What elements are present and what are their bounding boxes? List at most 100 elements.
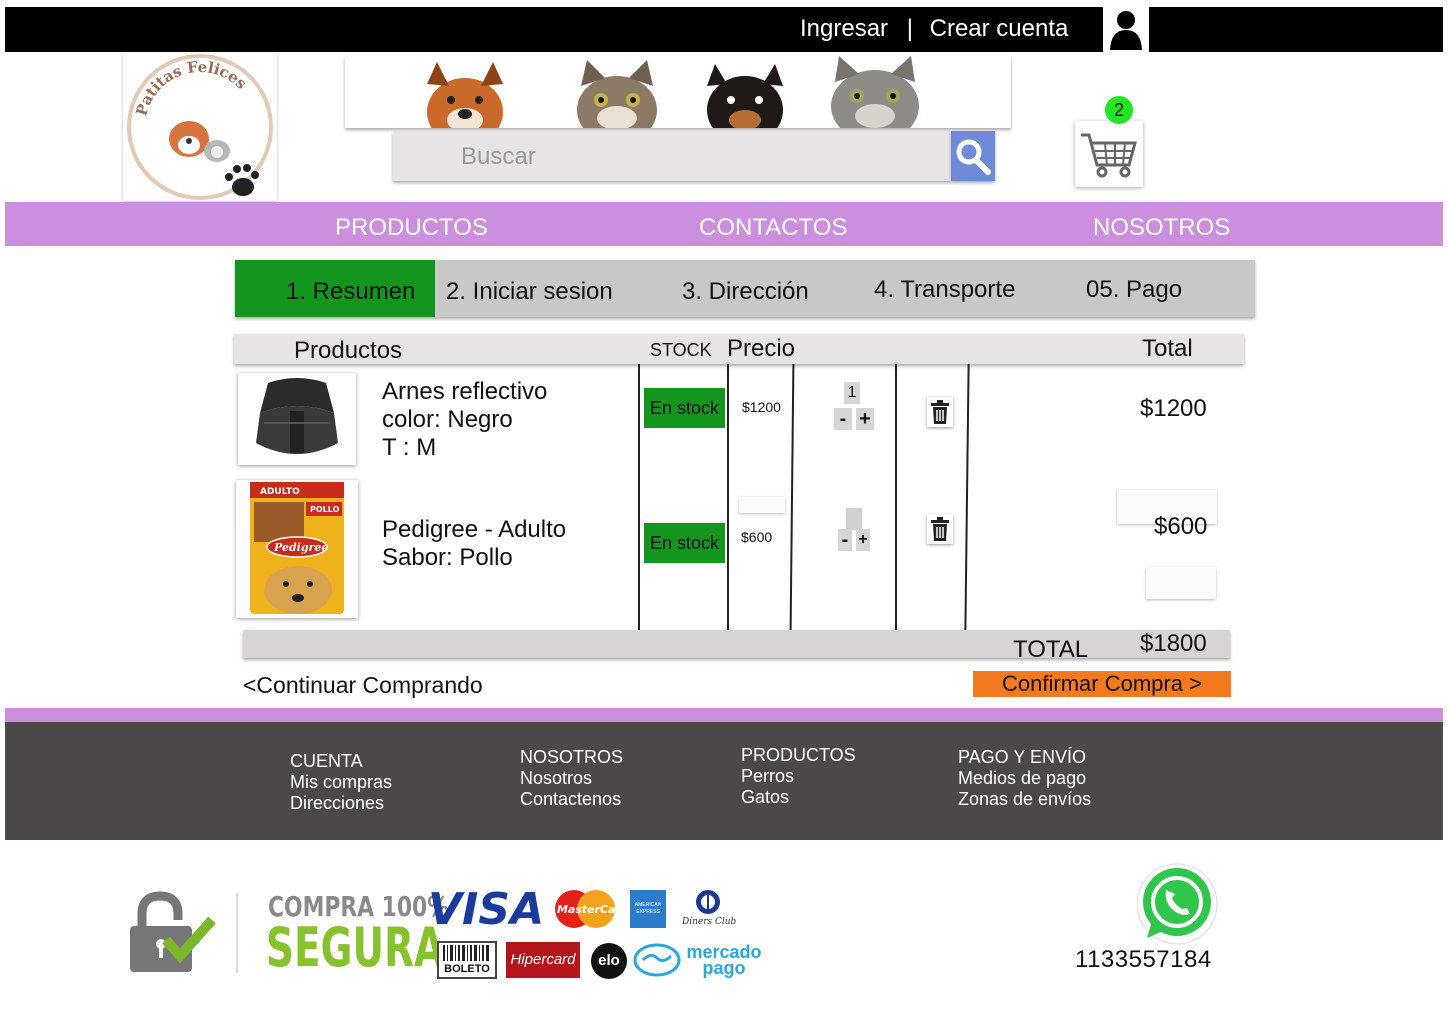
footer: CUENTA Mis compras Direcciones NOSOTROS … xyxy=(5,722,1443,840)
main-nav: PRODUCTOS CONTACTOS NOSOTROS xyxy=(5,202,1443,246)
delete-item-button[interactable] xyxy=(927,514,953,544)
pack-flavor: POLLO xyxy=(310,505,340,514)
trash-icon xyxy=(931,517,949,541)
footer-link[interactable]: Medios de pago xyxy=(958,768,1091,789)
dog-1 xyxy=(427,62,503,128)
footer-link[interactable]: Perros xyxy=(741,766,856,787)
boleto-logo: BOLETO xyxy=(437,941,497,979)
footer-link[interactable]: Direcciones xyxy=(290,793,392,814)
total-value: $1800 xyxy=(1140,630,1207,657)
trash-icon xyxy=(931,400,949,424)
column-divider xyxy=(789,363,795,631)
price-field-placeholder xyxy=(739,497,785,513)
footer-col-pago-envio: PAGO Y ENVÍO Medios de pago Zonas de env… xyxy=(958,747,1091,810)
step-2-label[interactable]: 2. Iniciar sesion xyxy=(446,278,613,306)
unit-price: $600 xyxy=(741,529,773,545)
header-total: Total xyxy=(1142,335,1193,362)
product-image-pedigree[interactable]: ADULTO POLLO Pedigree xyxy=(236,480,358,618)
mercadopago-logo: mercado pago xyxy=(684,943,764,978)
search-icon xyxy=(956,139,991,175)
increase-qty-button[interactable]: + xyxy=(856,408,874,430)
product-name[interactable]: Arnes reflectivo xyxy=(382,378,547,406)
user-account-button[interactable] xyxy=(1103,2,1149,54)
account-links: Ingresar | Crear cuenta xyxy=(800,15,1068,43)
nav-contactos[interactable]: CONTACTOS xyxy=(699,214,847,242)
nav-productos[interactable]: PRODUCTOS xyxy=(335,214,488,242)
unit-price: $1200 xyxy=(742,399,781,415)
store-logo[interactable]: Patitas Felices xyxy=(123,53,277,201)
pack-brand: Pedigree xyxy=(273,541,328,554)
pets-banner xyxy=(345,56,1011,128)
whatsapp-button[interactable] xyxy=(1133,862,1219,948)
visa-logo: VISA xyxy=(428,884,545,935)
increase-qty-button[interactable]: + xyxy=(856,529,870,551)
decrease-qty-button[interactable]: - xyxy=(834,408,852,430)
nav-nosotros[interactable]: NOSOTROS xyxy=(1093,214,1230,242)
confirm-purchase-button[interactable]: Confirmar Compra > xyxy=(973,671,1231,697)
column-divider xyxy=(964,363,970,631)
footer-link[interactable]: Mis compras xyxy=(290,772,392,793)
product-size: T : M xyxy=(382,434,437,461)
quantity-value[interactable]: 1 xyxy=(844,382,860,404)
footer-col-title: PAGO Y ENVÍO xyxy=(958,747,1087,767)
product-image-harness[interactable] xyxy=(238,373,356,465)
footer-link[interactable]: Gatos xyxy=(741,787,856,808)
mastercard-logo: MasterCard xyxy=(554,889,629,929)
row-total: $1200 xyxy=(1140,395,1207,422)
product-color: color: Negro xyxy=(382,406,513,433)
mercadopago-icon xyxy=(633,942,681,978)
cat-1 xyxy=(577,60,657,128)
column-divider xyxy=(638,364,640,630)
footer-col-productos: PRODUCTOS Perros Gatos xyxy=(741,745,856,808)
header-products: Productos xyxy=(294,337,403,364)
footer-col-title: CUENTA xyxy=(290,751,363,771)
top-bar: Ingresar | Crear cuenta xyxy=(5,7,1443,52)
diners-logo: Diners Club xyxy=(680,889,737,929)
stock-badge: En stock xyxy=(644,523,725,563)
divider xyxy=(236,893,238,973)
user-icon xyxy=(1110,11,1142,50)
login-link[interactable]: Ingresar xyxy=(800,15,888,43)
footer-col-nosotros: NOSOTROS Nosotros Contactenos xyxy=(520,747,623,810)
step-1-label[interactable]: 1. Resumen xyxy=(286,278,415,306)
mercadopago-text-2: pago xyxy=(702,958,746,978)
header-price: Precio xyxy=(727,335,796,362)
decrease-qty-button[interactable]: - xyxy=(838,529,852,551)
row-total: $600 xyxy=(1154,513,1208,540)
header-stock: STOCK xyxy=(650,340,712,360)
footer-link[interactable]: Contactenos xyxy=(520,789,623,810)
step-5-label[interactable]: 05. Pago xyxy=(1086,276,1182,304)
search-button[interactable] xyxy=(951,131,995,181)
step-4-label[interactable]: 4. Transporte xyxy=(874,276,1015,304)
total-label: TOTAL xyxy=(1013,636,1089,663)
quantity-value[interactable] xyxy=(846,508,862,530)
secure-lock-icon xyxy=(124,890,216,978)
product-flavor: Sabor: Pollo xyxy=(382,544,513,571)
dog-2 xyxy=(707,64,783,128)
hipercard-logo: Hipercard xyxy=(506,942,580,978)
mastercard-text: MasterCard xyxy=(557,903,616,916)
whatsapp-phone[interactable]: 1133557184 xyxy=(1075,946,1212,974)
secure-text-line2: SEGURA xyxy=(266,916,445,979)
step-3-label[interactable]: 3. Dirección xyxy=(682,278,809,306)
column-divider xyxy=(727,364,729,630)
footer-link[interactable]: Zonas de envíos xyxy=(958,789,1091,810)
cart-button[interactable] xyxy=(1075,121,1143,187)
boleto-text: BOLETO xyxy=(444,963,490,975)
delete-item-button[interactable] xyxy=(927,397,953,427)
cart-icon xyxy=(1081,133,1137,178)
links-separator: | xyxy=(906,15,913,42)
continue-shopping-link[interactable]: <Continuar Comprando xyxy=(243,672,483,699)
search-bar xyxy=(393,131,983,183)
register-link[interactable]: Crear cuenta xyxy=(930,15,1069,43)
footer-accent-strip xyxy=(5,708,1443,722)
cat-2 xyxy=(831,56,919,128)
column-divider xyxy=(895,364,897,630)
product-name[interactable]: Pedigree - Adulto xyxy=(382,516,566,544)
stock-badge: En stock xyxy=(644,388,725,428)
search-input[interactable] xyxy=(393,131,983,183)
pack-tag: ADULTO xyxy=(260,487,300,497)
elo-logo: elo xyxy=(591,943,627,979)
footer-link[interactable]: Nosotros xyxy=(520,768,623,789)
footer-col-title: PRODUCTOS xyxy=(741,745,856,765)
